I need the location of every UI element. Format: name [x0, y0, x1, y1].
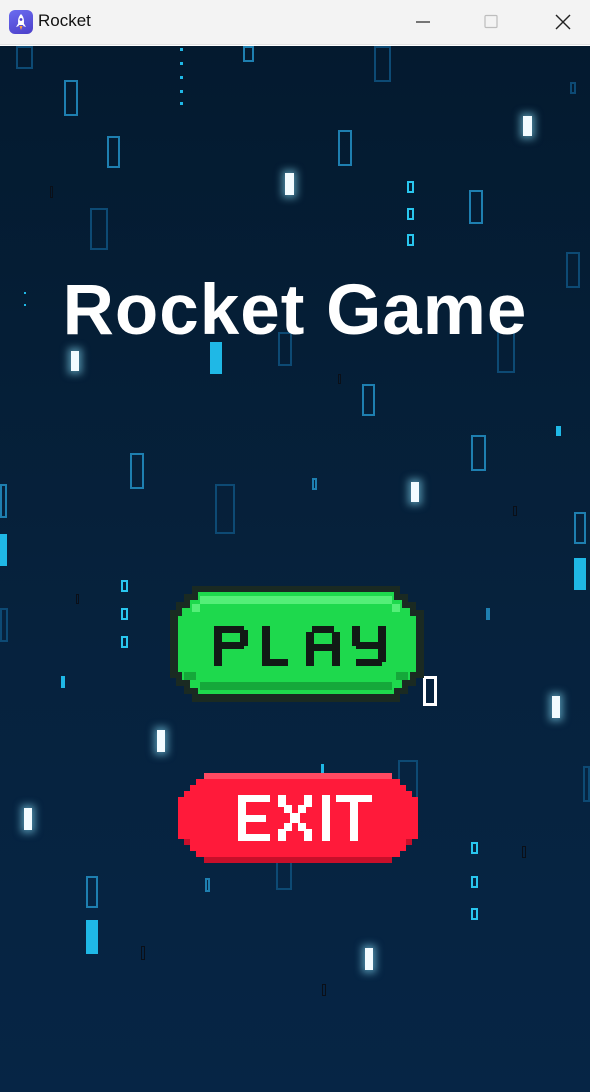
particle	[513, 506, 517, 516]
play-label-pixel-text	[214, 626, 386, 666]
particle	[423, 676, 437, 706]
particle	[407, 208, 414, 220]
particle	[338, 130, 352, 166]
particle	[180, 62, 183, 65]
particle	[205, 878, 210, 892]
particle	[71, 351, 79, 371]
minimize-icon	[416, 21, 430, 23]
particle	[522, 846, 526, 858]
particle	[523, 116, 532, 136]
particle	[574, 558, 586, 590]
rocket-app-icon	[9, 10, 33, 34]
particle	[469, 190, 483, 224]
particle	[157, 730, 165, 752]
particle	[86, 876, 98, 908]
particle	[365, 948, 373, 970]
particle	[215, 484, 235, 534]
particle	[107, 136, 120, 168]
maximize-button[interactable]	[468, 0, 514, 45]
exit-button[interactable]: EXIT	[178, 773, 418, 863]
play-button[interactable]: PLAY	[170, 586, 424, 702]
particle	[121, 636, 128, 648]
window-titlebar: Rocket	[0, 0, 590, 45]
particle	[322, 984, 326, 996]
particle	[338, 374, 341, 384]
particle	[86, 920, 98, 954]
minimize-button[interactable]	[400, 0, 446, 45]
particle	[556, 426, 561, 436]
window-title: Rocket	[38, 11, 91, 30]
particle	[407, 234, 414, 246]
exit-label-pixel-text	[238, 795, 372, 841]
particle	[552, 696, 560, 718]
particle	[90, 208, 108, 250]
particle	[471, 876, 478, 888]
particle	[374, 46, 391, 82]
particle	[76, 594, 79, 604]
particle	[0, 608, 8, 642]
particle	[312, 478, 317, 490]
particle	[0, 534, 7, 566]
particle	[121, 608, 128, 620]
particle	[130, 453, 144, 489]
particle	[471, 435, 486, 471]
particle	[64, 80, 78, 116]
particle	[411, 482, 419, 502]
particle	[285, 173, 294, 195]
particle	[407, 181, 414, 193]
particle	[471, 908, 478, 920]
close-icon	[555, 14, 571, 30]
particle	[141, 946, 145, 960]
particle	[570, 82, 576, 94]
particle	[121, 580, 128, 592]
particle	[362, 384, 375, 416]
particle	[180, 90, 183, 93]
particle	[0, 484, 7, 518]
particle	[486, 608, 490, 620]
maximize-icon	[484, 14, 498, 29]
particle	[61, 676, 65, 688]
particle	[180, 76, 183, 79]
game-title: Rocket Game	[62, 271, 528, 350]
game-canvas[interactable]: Rocket Game	[0, 46, 590, 1092]
particle	[180, 48, 183, 51]
particle	[24, 808, 32, 830]
close-button[interactable]	[540, 0, 586, 45]
particle	[583, 766, 590, 802]
particle	[574, 512, 586, 544]
particle	[180, 102, 183, 105]
particle	[471, 842, 478, 854]
particle	[243, 46, 254, 62]
particle	[50, 186, 53, 198]
particle	[16, 46, 33, 69]
